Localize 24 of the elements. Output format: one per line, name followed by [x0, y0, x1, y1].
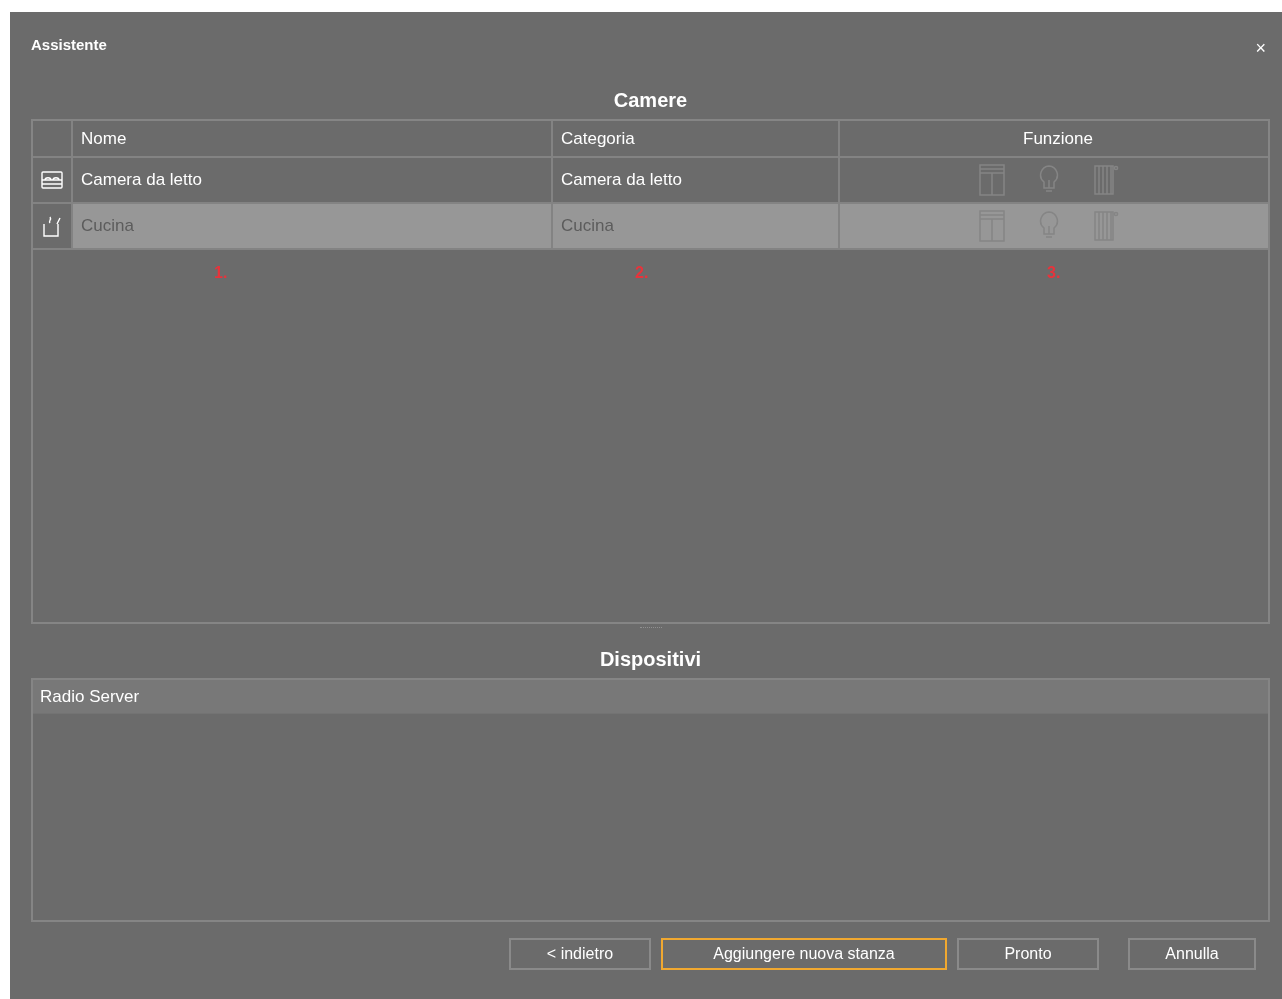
- table-cell: Camera da letto: [553, 158, 840, 202]
- dialog-button[interactable]: < indietro: [509, 938, 651, 970]
- annotation-number: 2.: [635, 264, 649, 282]
- dialog-button[interactable]: Pronto: [957, 938, 1099, 970]
- annotation-number: 3.: [1047, 264, 1061, 282]
- table-cell: Cucina: [553, 204, 840, 248]
- list-item[interactable]: Radio Server: [33, 680, 1268, 714]
- window-blinds-icon: [979, 164, 1005, 196]
- pot-icon: [42, 215, 62, 237]
- close-button[interactable]: ×: [1251, 38, 1270, 59]
- bed-icon: [41, 171, 63, 189]
- column-header[interactable]: Funzione: [840, 121, 1268, 156]
- window-title: Assistente: [31, 36, 107, 53]
- table-cell: Camera da letto: [73, 158, 553, 202]
- column-header[interactable]: Nome: [73, 121, 553, 156]
- radiator-icon: [1093, 164, 1119, 196]
- dialog-button[interactable]: Aggiungere nuova stanza: [661, 938, 947, 970]
- table-cell: Cucina: [73, 204, 553, 248]
- lightbulb-icon: [1039, 165, 1059, 195]
- annotation-number: 1.: [214, 264, 228, 282]
- section-heading: Dispositivi: [598, 648, 703, 672]
- column-header[interactable]: Categoria: [553, 121, 840, 156]
- section-heading: Camere: [612, 88, 689, 113]
- dialog-button[interactable]: Annulla: [1128, 938, 1256, 970]
